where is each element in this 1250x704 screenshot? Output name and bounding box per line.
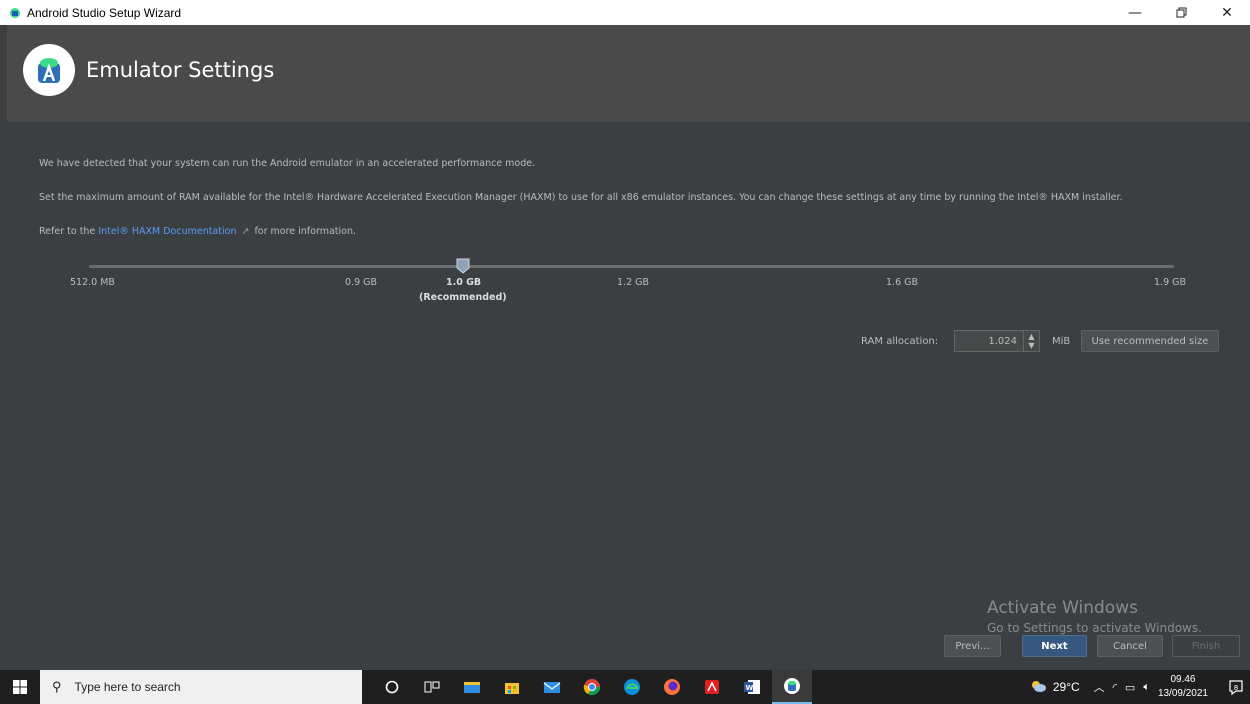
svg-text:W: W [746,684,754,692]
restore-icon[interactable] [1158,0,1204,25]
microsoft-store-icon[interactable] [492,670,532,704]
android-studio-logo [23,44,75,96]
edge-icon[interactable] [612,670,652,704]
activate-windows-watermark: Activate Windows Go to Settings to activ… [987,598,1202,635]
cancel-button[interactable]: Cancel [1097,635,1163,657]
clock-time: 09.46 [1170,674,1196,685]
window-titlebar: Android Studio Setup Wizard — ✕ [0,0,1250,25]
battery-icon[interactable]: ▭ [1125,681,1135,694]
notification-count: 8 [1234,684,1238,692]
ram-slider-track[interactable] [89,265,1174,268]
acrobat-icon[interactable] [692,670,732,704]
cortana-icon[interactable] [372,670,412,704]
word-icon[interactable]: W [732,670,772,704]
weather-icon[interactable] [1029,679,1047,696]
chevron-up-icon[interactable]: ︿ [1094,679,1105,695]
ram-allocation-spinner[interactable]: 1.024 ▲ ▼ [954,330,1040,352]
spinner-arrows-icon[interactable]: ▲ ▼ [1023,331,1039,351]
close-icon[interactable]: ✕ [1204,0,1250,25]
acceleration-detected-text: We have detected that your system can ru… [39,158,536,169]
slider-tick-label: 512.0 MB [70,277,115,288]
reference-suffix: for more information. [254,226,356,237]
windows-start-icon[interactable] [0,670,40,704]
volume-icon[interactable]: 🔈︎ [1143,681,1150,694]
ram-allocation-label: RAM allocation: [861,336,939,347]
previous-button[interactable]: Previ... [944,635,1001,657]
page-title: Emulator Settings [86,58,275,82]
use-recommended-size-button[interactable]: Use recommended size [1081,330,1219,352]
next-button[interactable]: Next [1022,635,1087,657]
ram-unit-label: MiB [1052,336,1071,347]
wizard-content: We have detected that your system can ru… [7,122,1250,670]
mail-icon[interactable] [532,670,572,704]
external-link-icon: ↗ [241,226,250,237]
android-studio-icon [9,7,21,19]
documentation-reference-line: Refer to the Intel® HAXM Documentation ↗ f… [39,226,356,237]
android-studio-taskbar-icon[interactable] [772,670,812,704]
notification-center-icon[interactable]: 8 [1222,678,1250,696]
watermark-title: Activate Windows [987,598,1138,618]
slider-tick-label: 0.9 GB [345,277,378,288]
haxm-documentation-link[interactable]: Intel® HAXM Documentation [98,226,236,237]
weather-temperature[interactable]: 29°C [1053,680,1080,694]
ram-slider-thumb[interactable] [456,258,470,274]
slider-tick-label: 1.6 GB [886,277,919,288]
firefox-icon[interactable] [652,670,692,704]
clock-date: 13/09/2021 [1157,688,1208,699]
search-icon: ⚲ [52,679,62,694]
slider-tick-label: 1.9 GB [1154,277,1187,288]
recommended-label: (Recommended) [419,292,507,303]
task-view-icon[interactable] [412,670,452,704]
haxm-ram-description: Set the maximum amount of RAM available … [39,192,1123,203]
ram-allocation-value[interactable]: 1.024 [955,336,1023,347]
window-title: Android Studio Setup Wizard [27,5,182,20]
chrome-icon[interactable] [572,670,612,704]
taskbar-clock[interactable]: 09.46 13/09/2021 [1158,673,1208,701]
slider-selected-value: 1.0 GB [446,277,482,288]
taskbar-search-box[interactable]: ⚲ Type here to search [40,670,362,704]
windows-taskbar: ⚲ Type here to search W 29°C ︿ ◜ ▭ 🔈︎ 09… [0,670,1250,704]
wifi-icon[interactable]: ◜ [1113,681,1117,694]
slider-tick-label: 1.2 GB [617,277,650,288]
system-tray: 29°C ︿ ◜ ▭ 🔈︎ 09.46 13/09/2021 8 [1029,670,1250,704]
finish-button[interactable]: Finish [1172,635,1240,657]
minimize-icon[interactable]: — [1112,0,1158,25]
search-placeholder: Type here to search [74,680,181,694]
wizard-header: Emulator Settings [7,25,1250,122]
reference-prefix: Refer to the [39,226,96,237]
watermark-subtitle: Go to Settings to activate Windows. [987,621,1202,635]
file-explorer-icon[interactable] [452,670,492,704]
